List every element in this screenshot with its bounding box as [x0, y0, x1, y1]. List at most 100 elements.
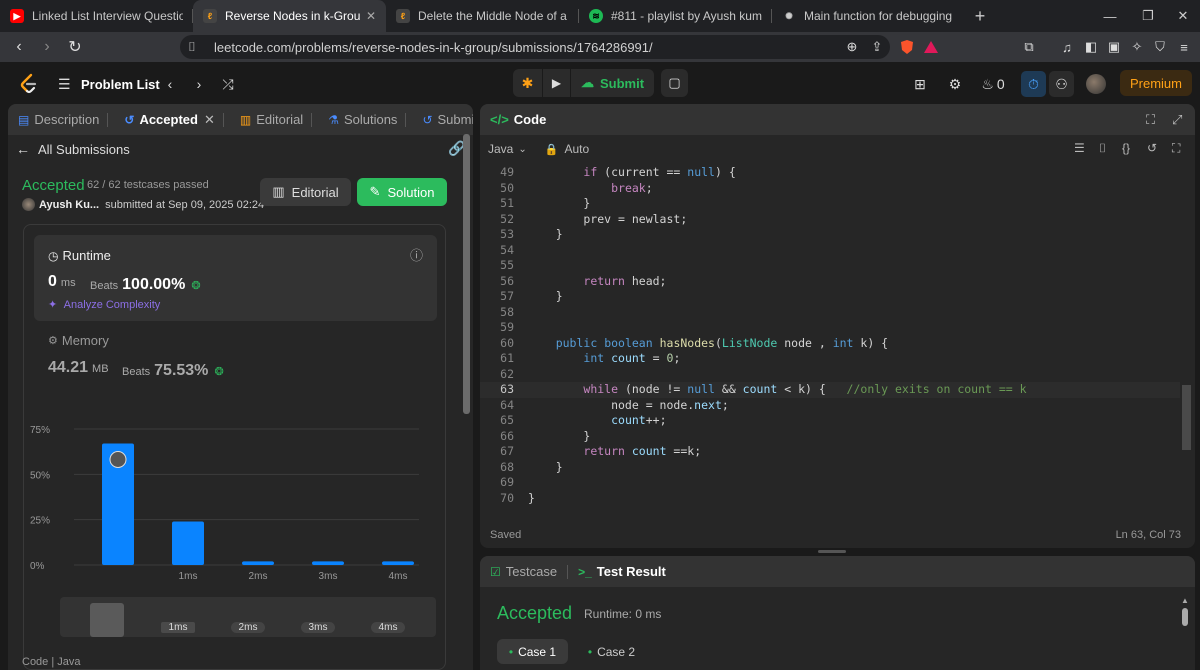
code-line[interactable]: 62	[480, 367, 1180, 383]
analyze-complexity-link[interactable]: ✦ Analyze Complexity	[48, 298, 160, 311]
maximize-panel-icon[interactable]: ⛶	[1146, 112, 1155, 128]
sidebar-toggle-icon[interactable]: ⧉	[1020, 38, 1038, 56]
share-icon[interactable]: ⇪	[868, 38, 886, 56]
leo-ai-icon[interactable]: ✧	[1128, 38, 1146, 56]
fullscreen-icon[interactable]: ⛶	[1172, 141, 1180, 156]
username[interactable]: Ayush Ku...	[39, 199, 99, 211]
close-tab-icon[interactable]: ✕	[204, 112, 215, 128]
code-line[interactable]: 56 return head;	[480, 274, 1180, 290]
case-2-button[interactable]: • Case 2	[576, 639, 647, 664]
brave-rewards-icon[interactable]	[922, 38, 940, 56]
test-scrollbar[interactable]: ▲	[1180, 596, 1190, 670]
info-icon[interactable]: ⓘ	[410, 245, 423, 264]
case-1-button[interactable]: • Case 1	[497, 639, 568, 664]
tab-submissions[interactable]: ↺ Submissions	[422, 112, 473, 127]
browser-tab-3[interactable]: ℓ Delete the Middle Node of a Linked L	[386, 0, 579, 32]
new-tab-button[interactable]: +	[965, 0, 995, 32]
add-friend-icon[interactable]: ⚇	[1049, 71, 1074, 97]
settings-icon[interactable]: ⚙	[945, 71, 965, 97]
streak-counter[interactable]: ♨ 0	[978, 71, 1008, 97]
code-line[interactable]: 65 count++;	[480, 413, 1180, 429]
run-button[interactable]: ▶	[543, 69, 570, 97]
collapse-panel-icon[interactable]: ⤢	[1172, 112, 1182, 128]
layout-icon[interactable]: ⊞	[910, 71, 930, 97]
code-line[interactable]: 63 while (node != null && count < k) { /…	[480, 382, 1180, 398]
browser-tab-4[interactable]: ≋ #811 - playlist by Ayush kumar | Spot	[579, 0, 772, 32]
menu-icon[interactable]: ≡	[1175, 38, 1193, 56]
timer-icon[interactable]: ⏱	[1021, 71, 1046, 97]
code-line[interactable]: 67 return count ==k;	[480, 444, 1180, 460]
code-line[interactable]: 49 if (current == null) {	[480, 165, 1180, 181]
editorial-button[interactable]: ▥ Editorial	[260, 178, 351, 206]
scroll-up-icon[interactable]: ▲	[1181, 596, 1189, 605]
shuffle-icon[interactable]: ⤮	[218, 71, 238, 97]
code-line[interactable]: 69	[480, 475, 1180, 491]
code-line[interactable]: 50 break;	[480, 181, 1180, 197]
browser-tab-2[interactable]: ℓ Reverse Nodes in k-Group - Leet ✕	[193, 0, 386, 32]
browser-tab-5[interactable]: ✺ Main function for debugging	[772, 0, 965, 32]
notes-button[interactable]: ▢	[661, 69, 688, 97]
solution-button[interactable]: ✎ Solution	[357, 178, 447, 206]
editor-mode[interactable]: Auto	[564, 142, 589, 156]
code-line[interactable]: 60 public boolean hasNodes(ListNode node…	[480, 336, 1180, 352]
minimize-icon[interactable]: —	[1090, 0, 1130, 32]
close-tab-icon[interactable]: ✕	[366, 9, 376, 23]
url-field[interactable]: ⌷ leetcode.com/problems/reverse-nodes-in…	[180, 35, 890, 59]
scroll-thumb[interactable]	[463, 134, 470, 414]
code-editor[interactable]: 49 if (current == null) {50 break; 51 } 52…	[480, 163, 1180, 513]
list-icon[interactable]: ☰	[58, 71, 71, 97]
debug-button[interactable]: ✱	[513, 69, 542, 97]
format-icon[interactable]: ☰	[1074, 141, 1085, 155]
language-select[interactable]: Java ⌄	[488, 142, 527, 156]
prev-problem-icon[interactable]: ‹	[163, 71, 177, 97]
tab-description[interactable]: ▤ Description	[18, 112, 109, 127]
wallet-icon[interactable]: ▣	[1105, 38, 1123, 56]
panel-resize-handle[interactable]	[818, 550, 846, 553]
code-line[interactable]: 57 }	[480, 289, 1180, 305]
next-problem-icon[interactable]: ›	[192, 71, 206, 97]
tab-accepted[interactable]: ↺ Accepted ✕	[124, 112, 224, 128]
reload-icon[interactable]: ↻	[62, 34, 88, 60]
tab-testcase[interactable]: ☑ Testcase	[490, 564, 557, 579]
code-line[interactable]: 58	[480, 305, 1180, 321]
slider-window[interactable]	[90, 603, 124, 637]
forward-icon[interactable]: ›	[34, 34, 60, 60]
brave-shield-icon[interactable]	[898, 38, 916, 56]
code-line[interactable]: 66 }	[480, 429, 1180, 445]
browser-tab-1[interactable]: ▶ Linked List Interview Questions - Goo	[0, 0, 193, 32]
premium-button[interactable]: Premium	[1120, 70, 1192, 96]
code-line[interactable]: 64 node = node.next;	[480, 398, 1180, 414]
distribution-slider[interactable]: 1ms 2ms 3ms 4ms	[60, 597, 436, 637]
leetcode-logo-icon[interactable]	[18, 73, 40, 95]
zoom-icon[interactable]: ⊕	[843, 38, 861, 56]
memory-label[interactable]: ⚙ Memory	[48, 333, 109, 348]
vpn-icon[interactable]: ⛉	[1151, 38, 1169, 56]
avatar[interactable]	[1086, 74, 1106, 94]
code-line[interactable]: 54	[480, 243, 1180, 259]
tab-editorial[interactable]: ▥ Editorial	[240, 112, 313, 127]
braces-icon[interactable]: {}	[1122, 141, 1130, 155]
music-icon[interactable]: ♫	[1058, 38, 1076, 56]
code-line[interactable]: 53 }	[480, 227, 1180, 243]
submit-button[interactable]: ☁ Submit	[571, 69, 654, 97]
tab-test-result[interactable]: >_ Test Result	[578, 564, 666, 579]
close-window-icon[interactable]: ✕	[1163, 0, 1200, 32]
problem-list-link[interactable]: Problem List	[81, 71, 160, 97]
code-line[interactable]: 68 }	[480, 460, 1180, 476]
code-line[interactable]: 61 int count = 0;	[480, 351, 1180, 367]
code-line[interactable]: 51 }	[480, 196, 1180, 212]
code-scrollbar[interactable]	[1180, 163, 1192, 513]
scroll-thumb[interactable]	[1182, 608, 1188, 626]
back-icon[interactable]: ‹	[6, 34, 32, 60]
split-view-icon[interactable]: ◧	[1082, 38, 1100, 56]
bookmark-icon[interactable]: ⌷	[188, 39, 196, 55]
code-line[interactable]: 52 prev = newlast;	[480, 212, 1180, 228]
scroll-thumb[interactable]	[1182, 385, 1191, 450]
code-line[interactable]: 59	[480, 320, 1180, 336]
all-submissions-link[interactable]: ← All Submissions	[16, 141, 130, 157]
bookmark-icon[interactable]: ⌷	[1099, 141, 1106, 156]
maximize-icon[interactable]: ❐	[1128, 0, 1168, 32]
code-line[interactable]: 70}	[480, 491, 1180, 507]
code-line[interactable]: 55	[480, 258, 1180, 274]
left-scrollbar[interactable]	[463, 134, 470, 670]
